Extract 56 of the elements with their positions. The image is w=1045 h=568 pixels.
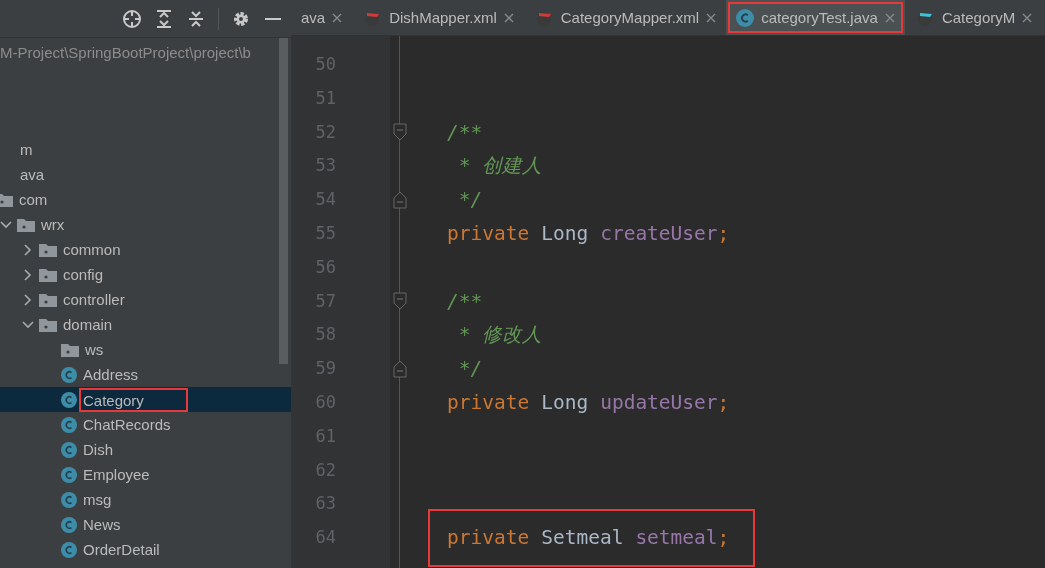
folder-icon bbox=[39, 292, 57, 307]
editor-tab[interactable]: categoryTest.java bbox=[726, 0, 905, 35]
fold-icon[interactable] bbox=[393, 191, 407, 210]
expand-all-icon[interactable] bbox=[154, 8, 174, 29]
tree-item[interactable]: News bbox=[81, 515, 123, 534]
tree-item[interactable]: common bbox=[61, 240, 123, 259]
close-icon[interactable] bbox=[706, 12, 717, 23]
folder-icon bbox=[39, 267, 57, 282]
code-line: * 创建人 bbox=[457, 153, 543, 180]
class-icon bbox=[61, 441, 77, 458]
tree-item[interactable]: config bbox=[61, 265, 106, 284]
project-path: M-Project\SpringBootProject\project\b bbox=[0, 43, 252, 63]
folder-icon bbox=[39, 317, 57, 332]
close-icon[interactable] bbox=[332, 12, 343, 23]
class-icon bbox=[61, 516, 77, 533]
class-icon bbox=[736, 8, 755, 27]
tree-item[interactable]: com bbox=[17, 190, 50, 209]
tree-item[interactable]: domain bbox=[61, 315, 115, 334]
tree-item[interactable]: ChatRecords bbox=[81, 415, 173, 434]
tree-item[interactable]: wrx bbox=[39, 215, 67, 234]
class-icon bbox=[61, 391, 77, 408]
tree-item[interactable]: controller bbox=[61, 290, 127, 309]
code-line: private Long createUser; bbox=[447, 221, 730, 247]
tree-item[interactable]: Address bbox=[81, 365, 141, 384]
folder-icon bbox=[61, 342, 79, 357]
class-icon bbox=[61, 366, 77, 383]
class-icon bbox=[61, 466, 77, 483]
close-icon[interactable] bbox=[884, 12, 895, 23]
tree-item[interactable]: Employee bbox=[81, 465, 152, 484]
fold-icon[interactable] bbox=[393, 360, 407, 379]
code-line: /** bbox=[447, 288, 483, 315]
fold-icon[interactable] bbox=[393, 292, 407, 311]
tree-item[interactable]: m bbox=[18, 140, 35, 159]
class-icon bbox=[61, 416, 77, 433]
code-line: */ bbox=[457, 356, 483, 383]
class-icon bbox=[61, 541, 77, 558]
tree-item[interactable]: ava bbox=[18, 165, 47, 184]
selected-row[interactable]: Category bbox=[0, 387, 291, 412]
tree-item[interactable]: Dish bbox=[81, 440, 115, 459]
locate-icon[interactable] bbox=[122, 8, 142, 29]
code-line: */ bbox=[457, 187, 483, 214]
fold-icon[interactable] bbox=[393, 123, 407, 142]
scrollbar[interactable] bbox=[279, 38, 288, 364]
code-line: * 修改人 bbox=[457, 322, 543, 349]
close-icon[interactable] bbox=[503, 12, 514, 23]
collapse-all-icon[interactable] bbox=[186, 8, 206, 29]
code-line: /** bbox=[447, 119, 483, 146]
folder-icon bbox=[17, 217, 35, 232]
folder-icon bbox=[39, 242, 57, 257]
tree-item[interactable]: msg bbox=[81, 490, 114, 509]
close-icon[interactable] bbox=[1022, 12, 1033, 23]
tree-item[interactable]: OrderDetail bbox=[81, 540, 162, 559]
class-icon bbox=[61, 491, 77, 508]
code-line: private Long updateUser; bbox=[447, 389, 730, 416]
tree-item[interactable]: ws bbox=[83, 340, 106, 359]
tree-item[interactable]: Category bbox=[79, 387, 188, 412]
